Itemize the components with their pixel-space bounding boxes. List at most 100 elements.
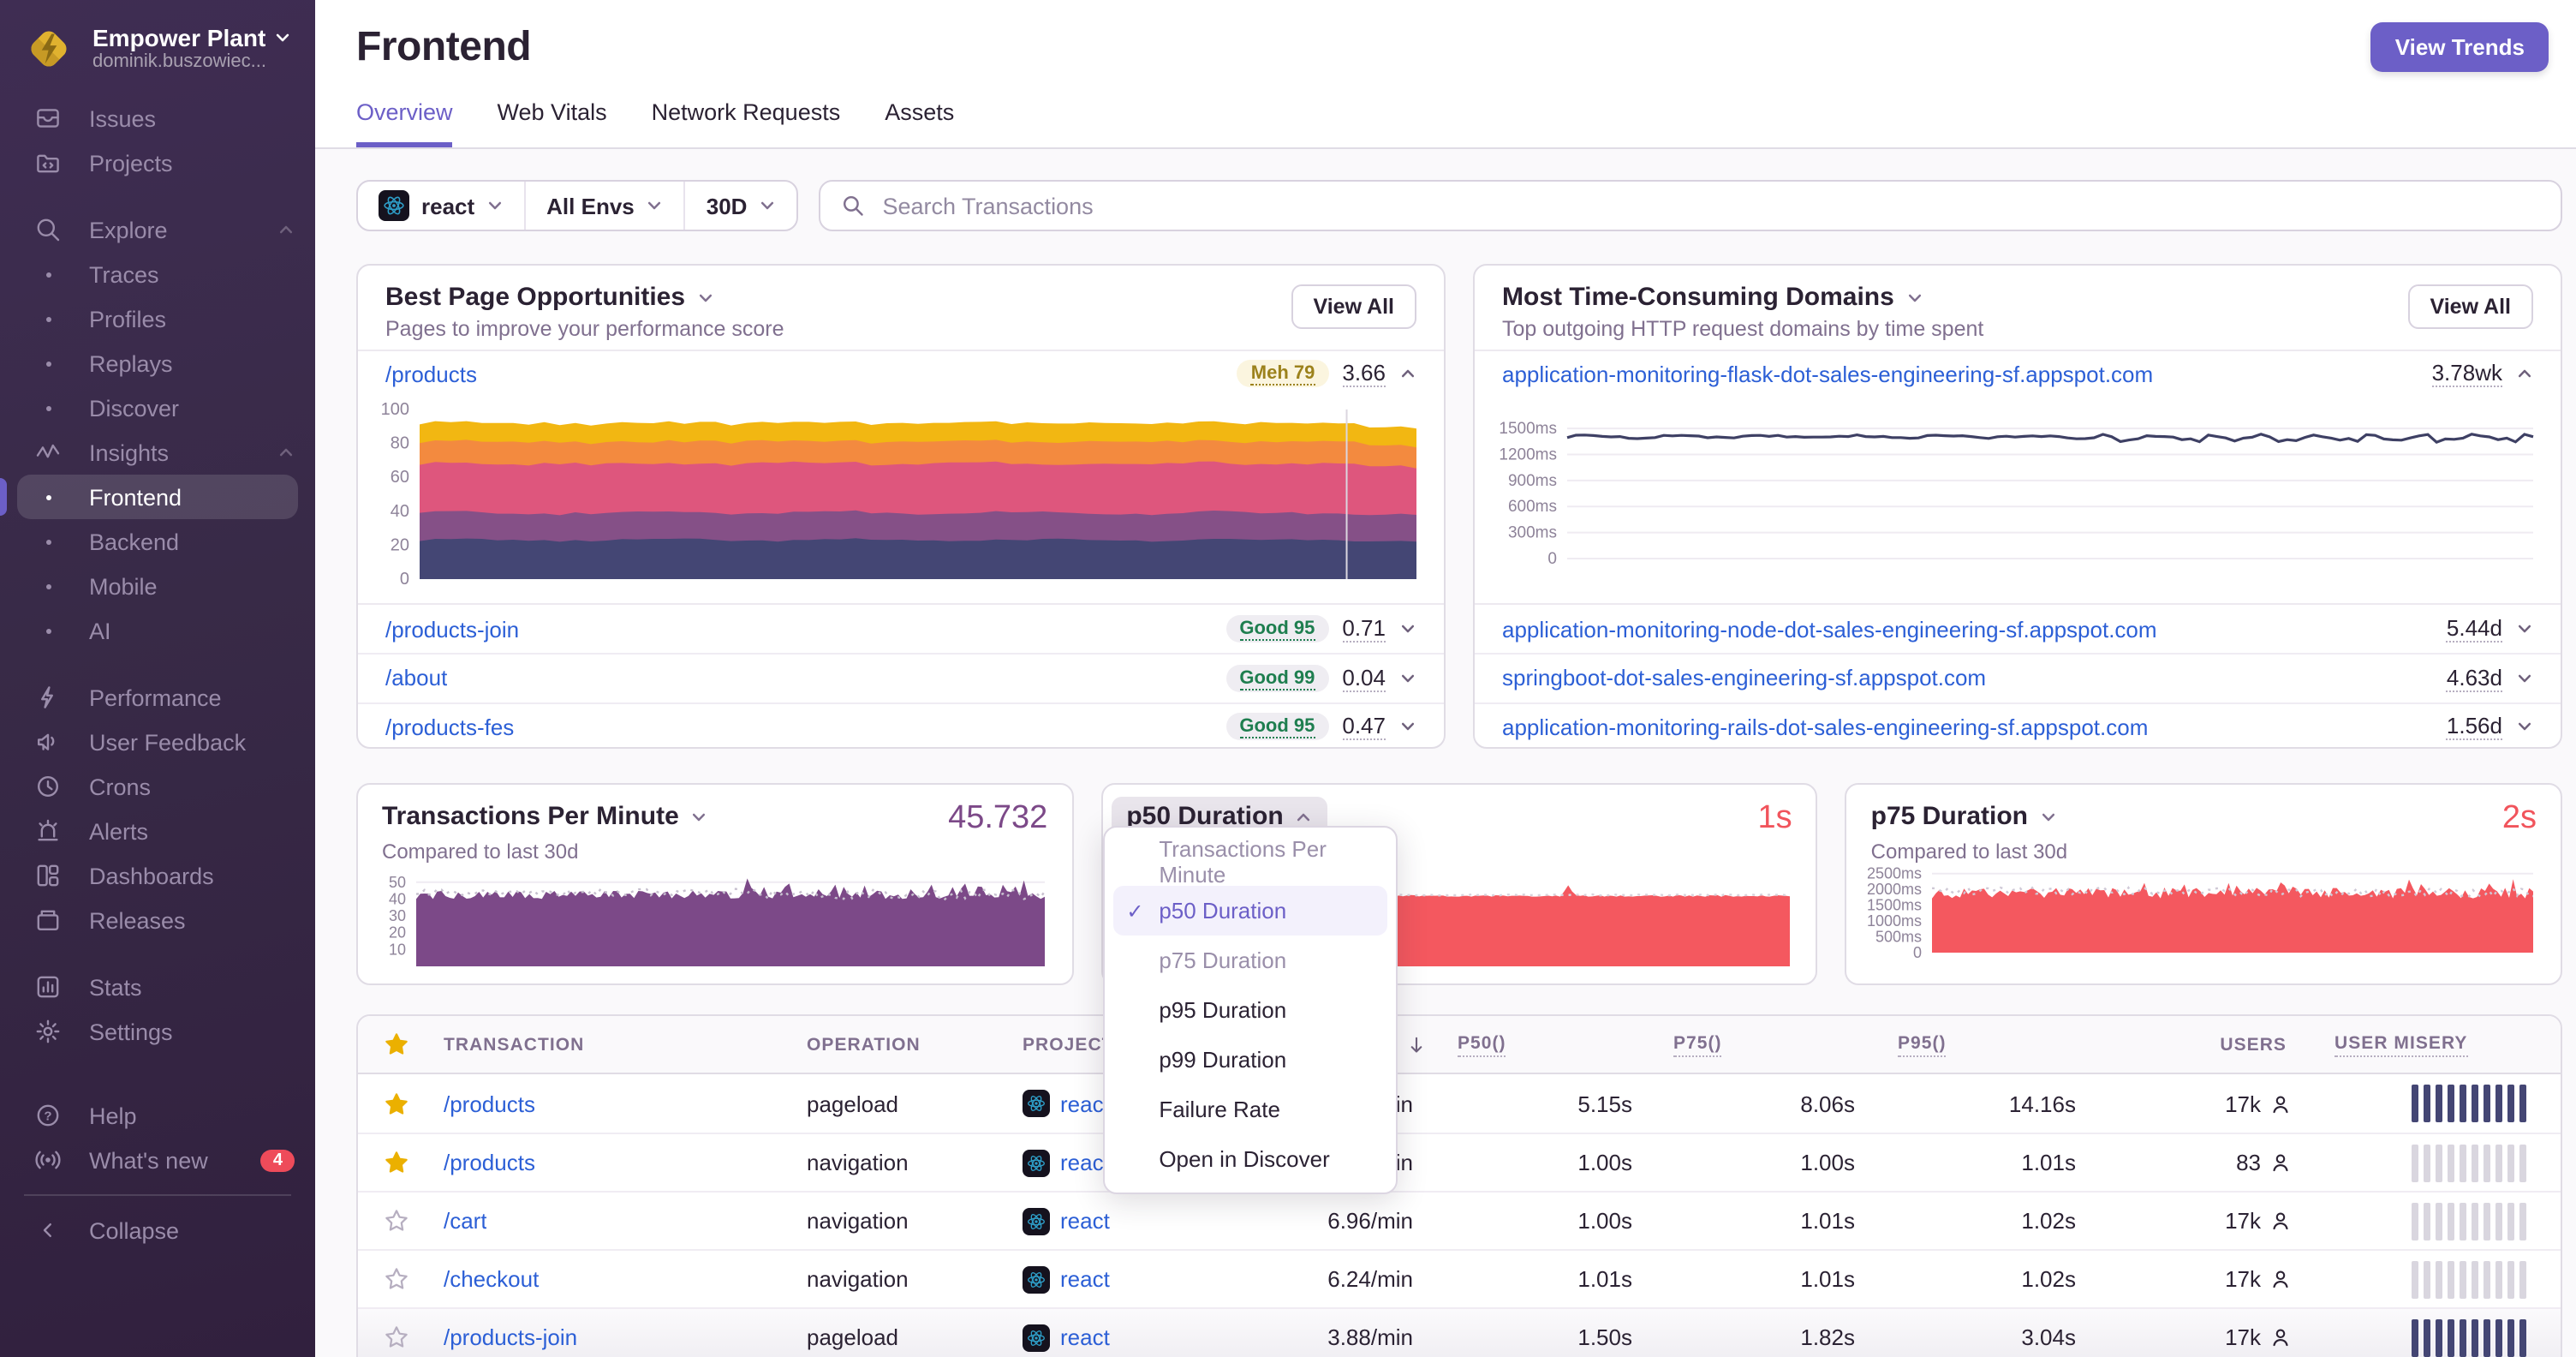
chevron-down-icon[interactable] — [2516, 718, 2533, 735]
chevron-down-icon[interactable] — [1906, 289, 1923, 306]
star-filled-icon[interactable] — [383, 1091, 408, 1116]
cell-fav — [358, 1208, 433, 1234]
page-link[interactable]: /about — [385, 666, 447, 691]
sidebar-item-releases[interactable]: Releases — [0, 898, 315, 942]
opportunity-score[interactable]: 3.66 — [1342, 360, 1386, 387]
sidebar-item-backend[interactable]: Backend — [0, 519, 315, 564]
menu-item-failure-rate[interactable]: Failure Rate — [1104, 1085, 1395, 1134]
sidebar-item-dashboards[interactable]: Dashboards — [0, 853, 315, 898]
chevron-down-icon[interactable] — [2516, 670, 2533, 687]
chevron-up-icon[interactable] — [2516, 365, 2533, 382]
users-count: 17k — [2225, 1208, 2261, 1234]
tab-overview[interactable]: Overview — [356, 99, 453, 147]
search-input[interactable] — [879, 191, 2540, 220]
sidebar-item-issues[interactable]: Issues — [0, 96, 315, 140]
sidebar-item-settings[interactable]: Settings — [0, 1009, 315, 1054]
view-all-button[interactable]: View All — [1291, 284, 1416, 329]
sidebar-item-help[interactable]: ? Help — [0, 1093, 315, 1138]
menu-item-p75-duration[interactable]: p75 Duration — [1104, 936, 1395, 985]
time-spent-value[interactable]: 5.44d — [2446, 615, 2502, 643]
opportunity-score[interactable]: 0.47 — [1342, 713, 1386, 741]
score-badge[interactable]: Meh 79 — [1237, 360, 1329, 387]
project-link[interactable]: react — [1060, 1324, 1110, 1350]
opportunity-score[interactable]: 0.04 — [1342, 665, 1386, 692]
transaction-link[interactable]: /products-join — [444, 1324, 577, 1350]
chevron-down-icon[interactable] — [1399, 620, 1416, 637]
star-outline-icon[interactable] — [383, 1324, 408, 1350]
sidebar-item-crons[interactable]: Crons — [0, 764, 315, 809]
star-outline-icon[interactable] — [383, 1266, 408, 1292]
chevron-up-icon[interactable] — [1399, 365, 1416, 382]
chevron-down-icon[interactable] — [691, 808, 708, 825]
tab-network-requests[interactable]: Network Requests — [652, 99, 841, 147]
sidebar-item-insights[interactable]: Insights — [0, 430, 315, 475]
sidebar-item-stats[interactable]: Stats — [0, 965, 315, 1009]
sort-desc-icon[interactable] — [1406, 1034, 1427, 1055]
transaction-link[interactable]: /checkout — [444, 1266, 539, 1292]
transaction-link[interactable]: /cart — [444, 1208, 487, 1234]
sidebar-item-alerts[interactable]: Alerts — [0, 809, 315, 853]
sidebar-item-projects[interactable]: Projects — [0, 140, 315, 185]
page-link[interactable]: /products-fes — [385, 714, 514, 739]
column-header-label[interactable]: P95() — [1898, 1032, 1947, 1056]
menu-item-p95-duration[interactable]: p95 Duration — [1104, 985, 1395, 1035]
sidebar-item-mobile[interactable]: Mobile — [0, 564, 315, 608]
score-badge[interactable]: Good 99 — [1225, 664, 1329, 692]
cell-project[interactable]: react — [1009, 1324, 1231, 1351]
star-outline-icon[interactable] — [383, 1208, 408, 1234]
date-range-filter[interactable]: 30D — [683, 182, 797, 230]
sidebar-item-replays[interactable]: Replays — [0, 341, 315, 386]
page-link[interactable]: /products-join — [385, 616, 519, 642]
column-header-label[interactable]: P75() — [1673, 1032, 1722, 1056]
menu-item-p50-duration[interactable]: ✓ p50 Duration — [1112, 886, 1387, 936]
transaction-link[interactable]: /products — [444, 1091, 535, 1116]
column-header-label[interactable]: USER MISERY — [2334, 1032, 2468, 1056]
project-link[interactable]: react — [1060, 1208, 1110, 1234]
domain-link[interactable]: application-monitoring-rails-dot-sales-e… — [1502, 714, 2148, 739]
score-badge[interactable]: Good 95 — [1225, 713, 1329, 741]
star-filled-icon[interactable] — [383, 1150, 408, 1175]
sidebar-item-what-s-new[interactable]: What's new 4 — [0, 1138, 315, 1182]
view-all-button[interactable]: View All — [2407, 284, 2533, 329]
tab-web-vitals[interactable]: Web Vitals — [498, 99, 607, 147]
sidebar-item-ai[interactable]: AI — [0, 608, 315, 653]
opportunity-score[interactable]: 0.71 — [1342, 615, 1386, 643]
time-spent-value[interactable]: 1.56d — [2446, 713, 2502, 741]
cell-project[interactable]: react — [1009, 1207, 1231, 1234]
sidebar-item-collapse[interactable]: Collapse — [0, 1208, 315, 1252]
sidebar-item-performance[interactable]: Performance — [0, 675, 315, 720]
menu-item-open-in-discover[interactable]: Open in Discover — [1104, 1134, 1395, 1184]
chevron-down-icon[interactable] — [697, 289, 714, 306]
cell-project[interactable]: react — [1009, 1265, 1231, 1293]
time-spent-value[interactable]: 4.63d — [2446, 665, 2502, 692]
sidebar-item-frontend[interactable]: Frontend — [0, 475, 298, 519]
chevron-down-icon[interactable] — [2040, 808, 2057, 825]
page-link[interactable]: /products — [385, 361, 477, 386]
sidebar-item-traces[interactable]: Traces — [0, 252, 315, 296]
tab-assets[interactable]: Assets — [885, 99, 954, 147]
sidebar-item-discover[interactable]: Discover — [0, 386, 315, 430]
org-switcher[interactable]: Empower Plant dominik.buszowiec... — [0, 0, 315, 96]
chevron-down-icon[interactable] — [1399, 718, 1416, 735]
sidebar-item-explore[interactable]: Explore — [0, 207, 315, 252]
column-header-label[interactable]: P50() — [1458, 1032, 1506, 1056]
star-filled-icon[interactable] — [383, 1031, 408, 1057]
view-trends-button[interactable]: View Trends — [2370, 22, 2549, 72]
menu-item-p99-duration[interactable]: p99 Duration — [1104, 1035, 1395, 1085]
sidebar-item-user-feedback[interactable]: User Feedback — [0, 720, 315, 764]
time-spent-value[interactable]: 3.78wk — [2431, 360, 2502, 387]
domain-link[interactable]: application-monitoring-node-dot-sales-en… — [1502, 616, 2157, 642]
org-logo-icon — [31, 30, 67, 66]
sidebar-item-profiles[interactable]: Profiles — [0, 296, 315, 341]
chevron-down-icon[interactable] — [1399, 670, 1416, 687]
environment-filter[interactable]: All Envs — [524, 182, 684, 230]
project-filter[interactable]: react — [358, 182, 524, 230]
project-link[interactable]: react — [1060, 1266, 1110, 1292]
transaction-link[interactable]: /products — [444, 1150, 535, 1175]
chevron-down-icon[interactable] — [2516, 620, 2533, 637]
score-badge[interactable]: Good 95 — [1225, 615, 1329, 643]
domain-link[interactable]: springboot-dot-sales-engineering-sf.apps… — [1502, 666, 1986, 691]
menu-item-transactions-per-minute[interactable]: Transactions Per Minute — [1104, 835, 1395, 887]
domain-link[interactable]: application-monitoring-flask-dot-sales-e… — [1502, 361, 2153, 386]
table-row: /cart navigation react 6.96/min 1.00s 1.01s 1.… — [358, 1191, 2561, 1249]
